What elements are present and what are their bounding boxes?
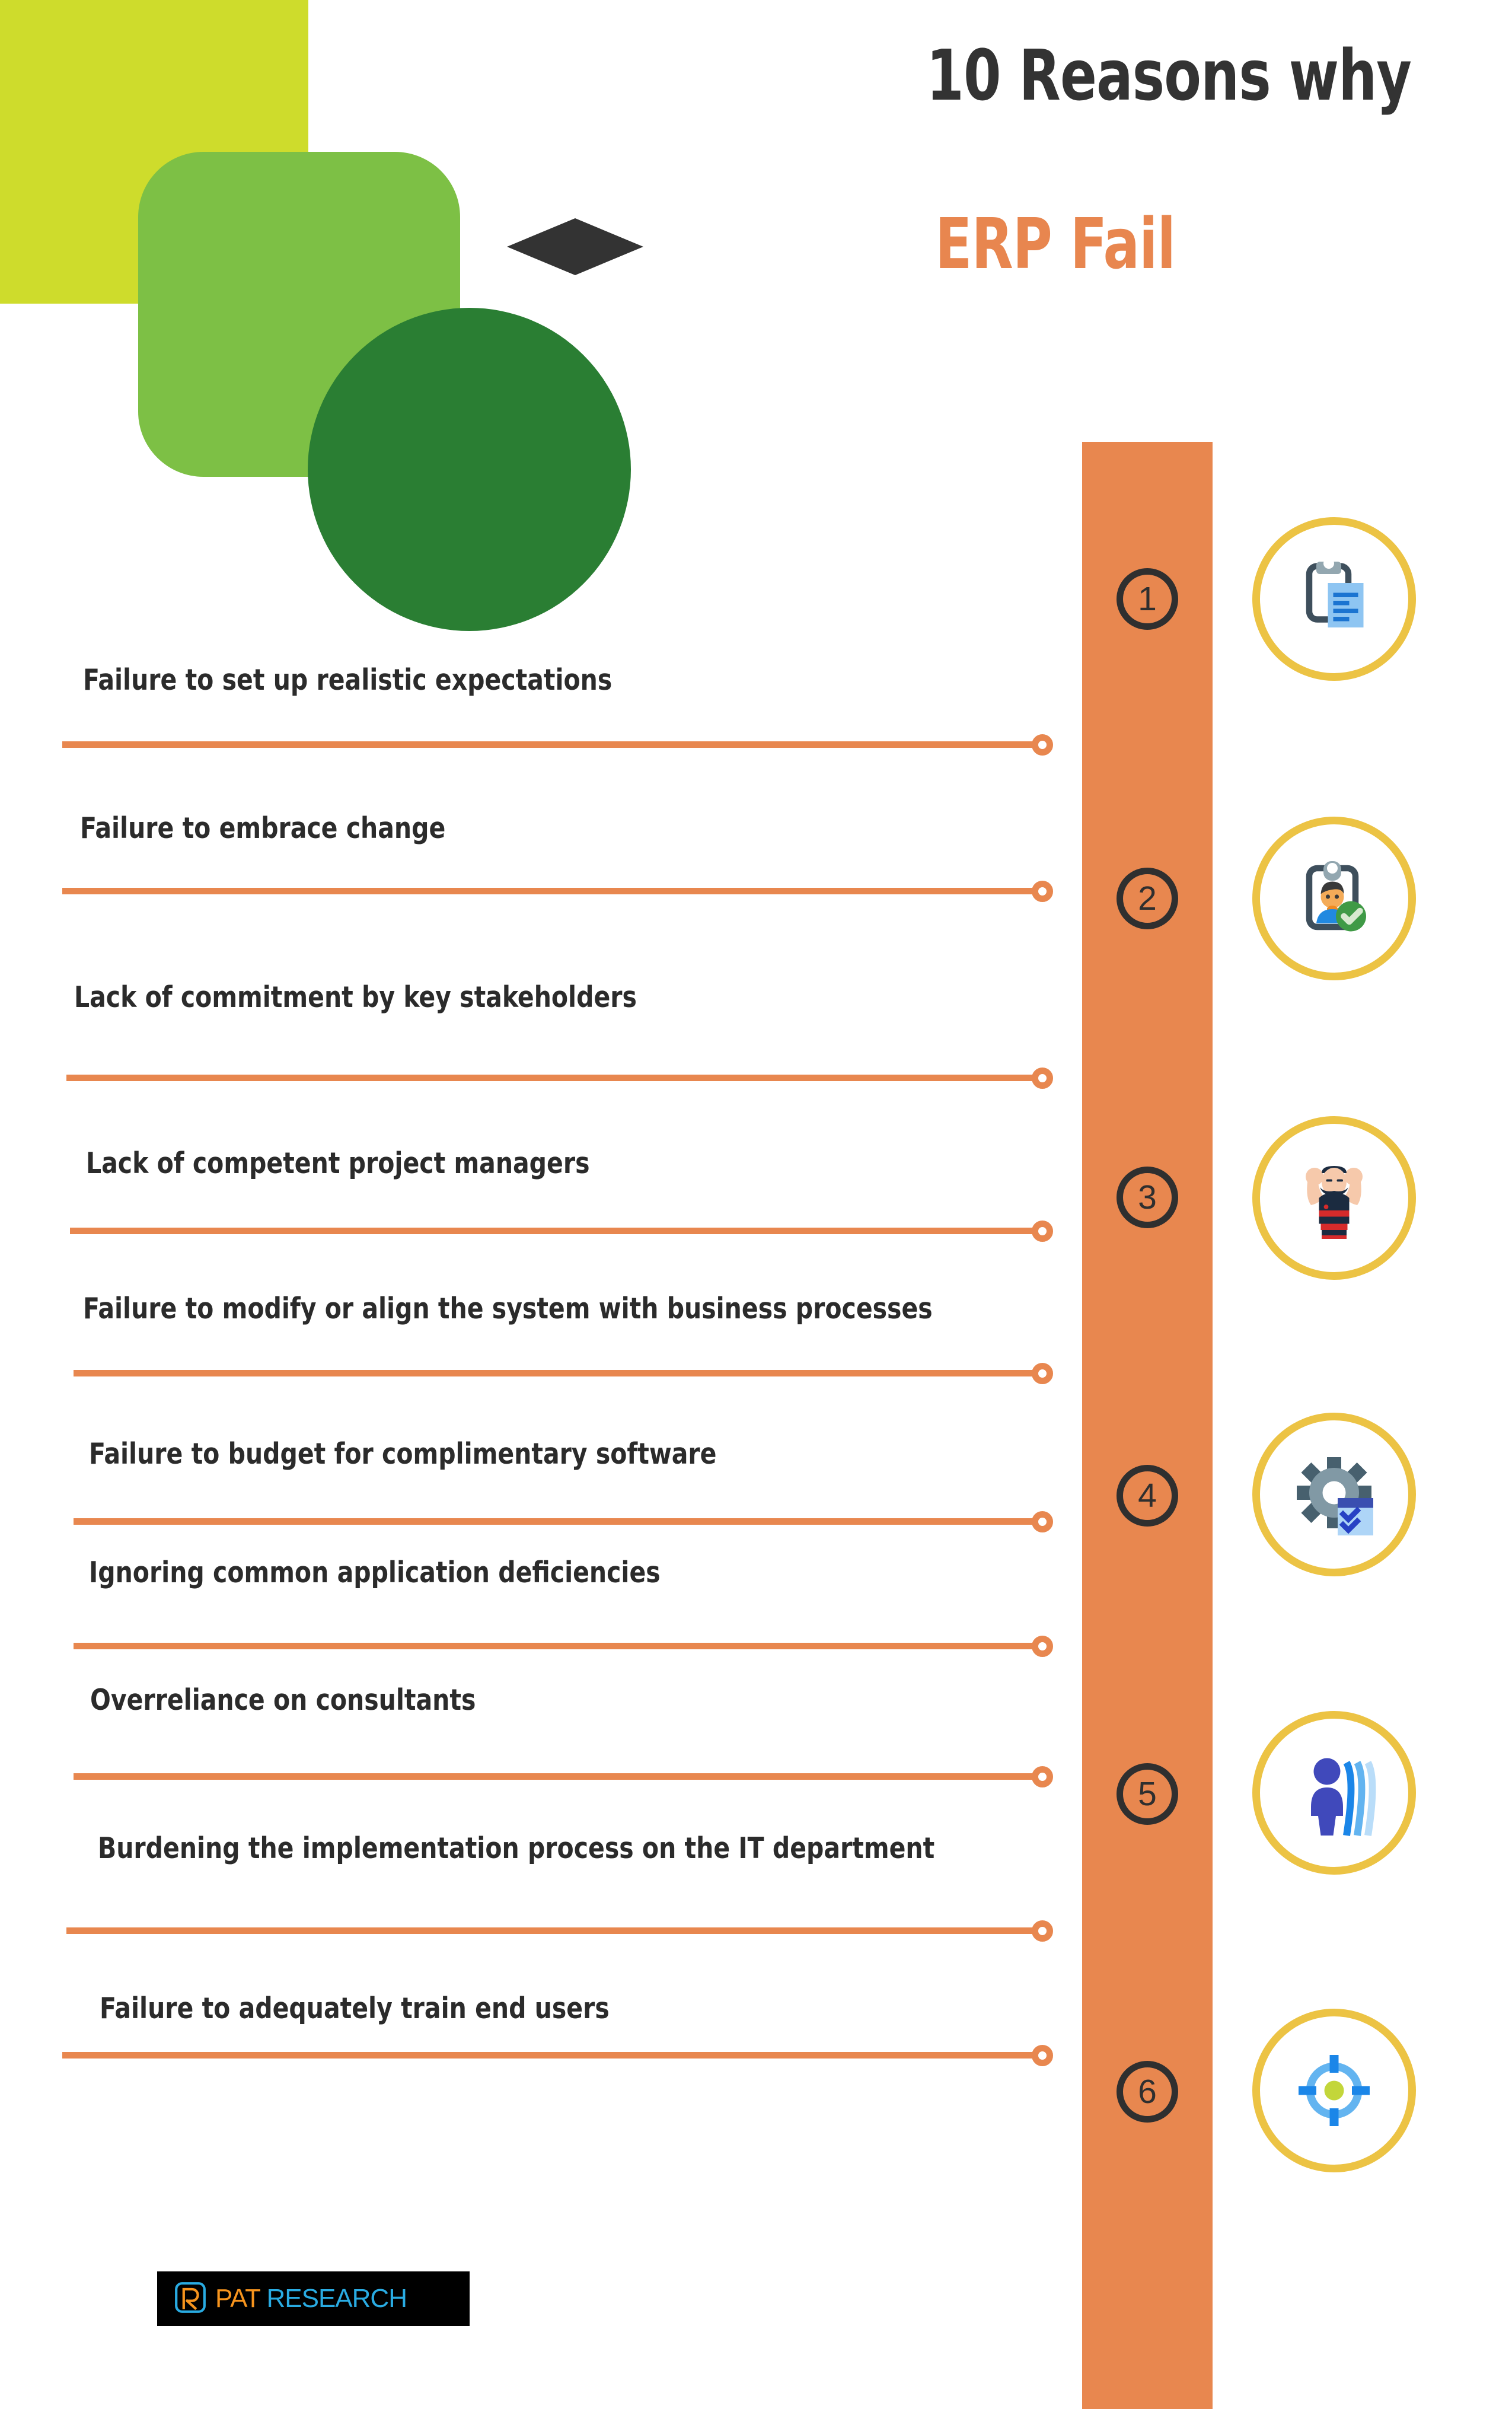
reason-connector-dot <box>1032 1221 1053 1242</box>
icon-badge-clipboard-document <box>1252 517 1416 681</box>
logo-wordmark: PAT RESEARCH <box>215 2286 407 2312</box>
id-badge-approved-icon <box>1290 854 1379 943</box>
number-badge-1: 1 <box>1117 568 1178 630</box>
number-badge-5: 5 <box>1117 1763 1178 1825</box>
gear-checklist-icon <box>1290 1450 1379 1539</box>
reason-connector-dot <box>1032 1920 1053 1942</box>
reason-label: Failure to adequately train end users <box>100 1991 610 2025</box>
reason-connector-dot <box>1032 1511 1053 1532</box>
reason-connector-line <box>62 888 1036 894</box>
reason-connector-dot <box>1032 881 1053 902</box>
logo-word-research: RESEARCH <box>266 2284 407 2313</box>
reason-connector-dot <box>1032 1068 1053 1089</box>
reason-connector-line <box>74 1518 1036 1525</box>
page-title-line-2: ERP Fail <box>934 203 1176 285</box>
infographic-canvas: 10 Reasons why ERP Fail Failure to set u… <box>0 0 1512 2409</box>
reason-connector-line <box>62 2052 1036 2059</box>
pat-research-monogram-icon <box>174 2281 207 2317</box>
reason-connector-line <box>70 1228 1036 1234</box>
number-badge-4: 4 <box>1117 1465 1178 1527</box>
number-badge-6: 6 <box>1117 2061 1178 2123</box>
reason-label: Failure to embrace change <box>80 811 446 845</box>
person-motion-icon <box>1290 1748 1379 1837</box>
reason-connector-line <box>74 1773 1036 1780</box>
icon-badge-gear-checklist <box>1252 1413 1416 1576</box>
number-badge-2: 2 <box>1117 868 1178 929</box>
reason-connector-line <box>66 1927 1036 1934</box>
icon-badge-strongman-flexing <box>1252 1116 1416 1280</box>
reason-label: Ignoring common application deficiencies <box>89 1556 661 1589</box>
icon-badge-crosshair-target <box>1252 2009 1416 2172</box>
clipboard-document-icon <box>1290 555 1379 643</box>
reason-connector-line <box>74 1643 1036 1649</box>
page-title-line-1: 10 Reasons why <box>926 34 1412 116</box>
icon-badge-person-motion <box>1252 1711 1416 1875</box>
reason-label: Overreliance on consultants <box>90 1683 476 1717</box>
logo-pat-research[interactable]: PAT RESEARCH <box>157 2271 470 2326</box>
reason-label: Lack of competent project managers <box>86 1146 590 1180</box>
crosshair-target-icon <box>1290 2046 1379 2135</box>
reason-label: Failure to budget for complimentary soft… <box>89 1437 717 1471</box>
reason-connector-line <box>66 1075 1036 1081</box>
reason-connector-dot <box>1032 1636 1053 1657</box>
logo-word-pat: PAT <box>215 2284 260 2313</box>
strongman-flexing-icon <box>1290 1153 1379 1242</box>
reason-label: Failure to modify or align the system wi… <box>83 1292 933 1325</box>
reason-label: Lack of commitment by key stakeholders <box>74 980 637 1014</box>
number-badge-3: 3 <box>1117 1167 1178 1228</box>
reason-connector-line <box>62 741 1036 748</box>
icon-badge-id-badge-approved <box>1252 817 1416 980</box>
reason-connector-dot <box>1032 2045 1053 2066</box>
reason-label: Burdening the implementation process on … <box>98 1831 935 1865</box>
reason-connector-line <box>74 1370 1036 1376</box>
reason-connector-dot <box>1032 1766 1053 1787</box>
reason-label: Failure to set up realistic expectations <box>83 663 613 697</box>
reason-connector-dot <box>1032 734 1053 756</box>
decor-dark-green-circle <box>308 308 631 631</box>
reason-connector-dot <box>1032 1363 1053 1384</box>
